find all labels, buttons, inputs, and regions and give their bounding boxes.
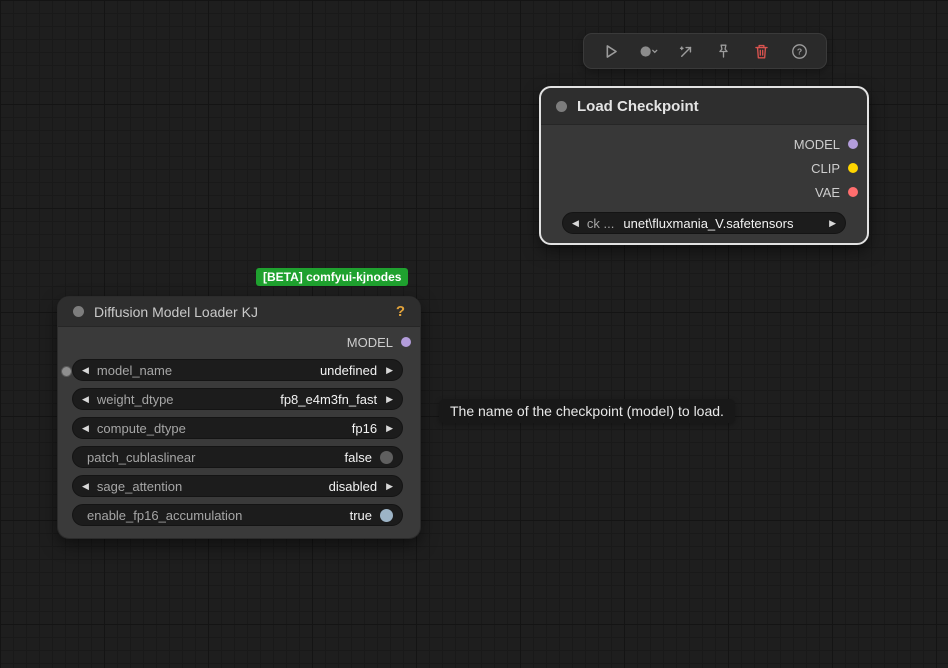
model-slot-dot[interactable] (848, 139, 858, 149)
widget-label: compute_dtype (96, 420, 186, 436)
run-button[interactable] (598, 38, 624, 64)
output-slot-vae: VAE (541, 180, 867, 204)
widget-label: ck ... (586, 215, 615, 231)
widget-label: patch_cublaslinear (87, 449, 196, 465)
node-diffusion-model-loader[interactable]: Diffusion Model Loader KJ ? MODEL ◀ mode… (57, 296, 421, 539)
beta-badge: [BETA] comfyui-kjnodes (256, 268, 409, 286)
slot-label: VAE (814, 184, 840, 200)
svg-text:?: ? (796, 46, 801, 56)
output-slot-clip: CLIP (541, 156, 867, 180)
output-slot-model: MODEL (58, 327, 420, 357)
help-icon: ? (790, 42, 809, 61)
sage-attention-widget[interactable]: ◀ sage_attention disabled ▶ (72, 475, 403, 497)
chevron-right-icon[interactable]: ▶ (829, 218, 836, 228)
chevron-left-icon[interactable]: ◀ (82, 423, 89, 433)
vae-slot-dot[interactable] (848, 187, 858, 197)
widget-label: sage_attention (96, 478, 183, 494)
node-header[interactable]: Load Checkpoint (541, 88, 867, 125)
ckpt-name-widget[interactable]: ◀ ck ... unet\fluxmania_V.safetensors ▶ (562, 212, 846, 234)
trash-icon (752, 42, 771, 61)
widget-value: fp16 (351, 420, 378, 436)
chevron-right-icon[interactable]: ▶ (386, 365, 393, 375)
node-header[interactable]: Diffusion Model Loader KJ ? (58, 297, 420, 327)
node-help-icon[interactable]: ? (396, 303, 405, 320)
toggle-circle-icon[interactable] (380, 508, 393, 522)
compute-dtype-widget[interactable]: ◀ compute_dtype fp16 ▶ (72, 417, 403, 439)
selection-toolbar: ? (583, 33, 827, 69)
chevron-left-icon[interactable]: ◀ (572, 218, 579, 228)
collapse-dot-icon[interactable] (73, 306, 84, 317)
widget-list: ◀ model_name undefined ▶ ◀ weight_dtype … (72, 359, 403, 526)
chevron-left-icon[interactable]: ◀ (82, 481, 89, 491)
collapse-dot-icon[interactable] (556, 100, 567, 112)
enable-fp16-accumulation-toggle[interactable]: enable_fp16_accumulation true (72, 504, 403, 526)
convert-button[interactable] (673, 38, 699, 64)
pin-icon (714, 42, 733, 61)
widget-value: unet\fluxmania_V.safetensors (623, 215, 794, 231)
slot-label: CLIP (811, 160, 840, 176)
node-editor-canvas[interactable]: ? Load Checkpoint MODEL CLIP VAE ◀ ck ..… (0, 0, 948, 668)
output-slots: MODEL CLIP VAE (541, 125, 867, 204)
widget-tooltip: The name of the checkpoint (model) to lo… (439, 399, 735, 423)
widget-label: weight_dtype (96, 391, 174, 407)
weight-dtype-widget[interactable]: ◀ weight_dtype fp8_e4m3fn_fast ▶ (72, 388, 403, 410)
slot-label: MODEL (793, 136, 840, 152)
chevron-left-icon[interactable]: ◀ (82, 394, 89, 404)
widget-label: enable_fp16_accumulation (87, 507, 243, 523)
help-button[interactable]: ? (786, 38, 812, 64)
node-title: Diffusion Model Loader KJ (94, 303, 258, 320)
widget-value: disabled (328, 478, 378, 494)
pin-button[interactable] (711, 38, 737, 64)
node-load-checkpoint[interactable]: Load Checkpoint MODEL CLIP VAE ◀ ck ... … (539, 86, 869, 245)
chevron-left-icon[interactable]: ◀ (82, 365, 89, 375)
widget-label: model_name (96, 362, 173, 378)
chevron-right-icon[interactable]: ▶ (386, 423, 393, 433)
node-color-button[interactable] (635, 38, 661, 64)
chevron-right-icon[interactable]: ▶ (386, 394, 393, 404)
circle-dropdown-icon (637, 42, 659, 61)
patch-cublaslinear-toggle[interactable]: patch_cublaslinear false (72, 446, 403, 468)
widget-value: true (349, 507, 372, 523)
output-slot-model: MODEL (541, 132, 867, 156)
toggle-circle-icon[interactable] (380, 450, 393, 464)
model-name-input-dot[interactable] (61, 366, 72, 377)
slot-label: MODEL (346, 334, 393, 350)
widget-value: false (344, 449, 372, 465)
model-name-widget[interactable]: ◀ model_name undefined ▶ (72, 359, 403, 381)
widget-value: fp8_e4m3fn_fast (280, 391, 378, 407)
chevron-right-icon[interactable]: ▶ (386, 481, 393, 491)
cursor-arrow-icon (677, 42, 696, 61)
clip-slot-dot[interactable] (848, 163, 858, 173)
widget-value: undefined (319, 362, 378, 378)
delete-button[interactable] (748, 38, 774, 64)
play-icon (601, 42, 620, 61)
model-slot-dot[interactable] (401, 337, 411, 347)
node-title: Load Checkpoint (577, 97, 699, 115)
